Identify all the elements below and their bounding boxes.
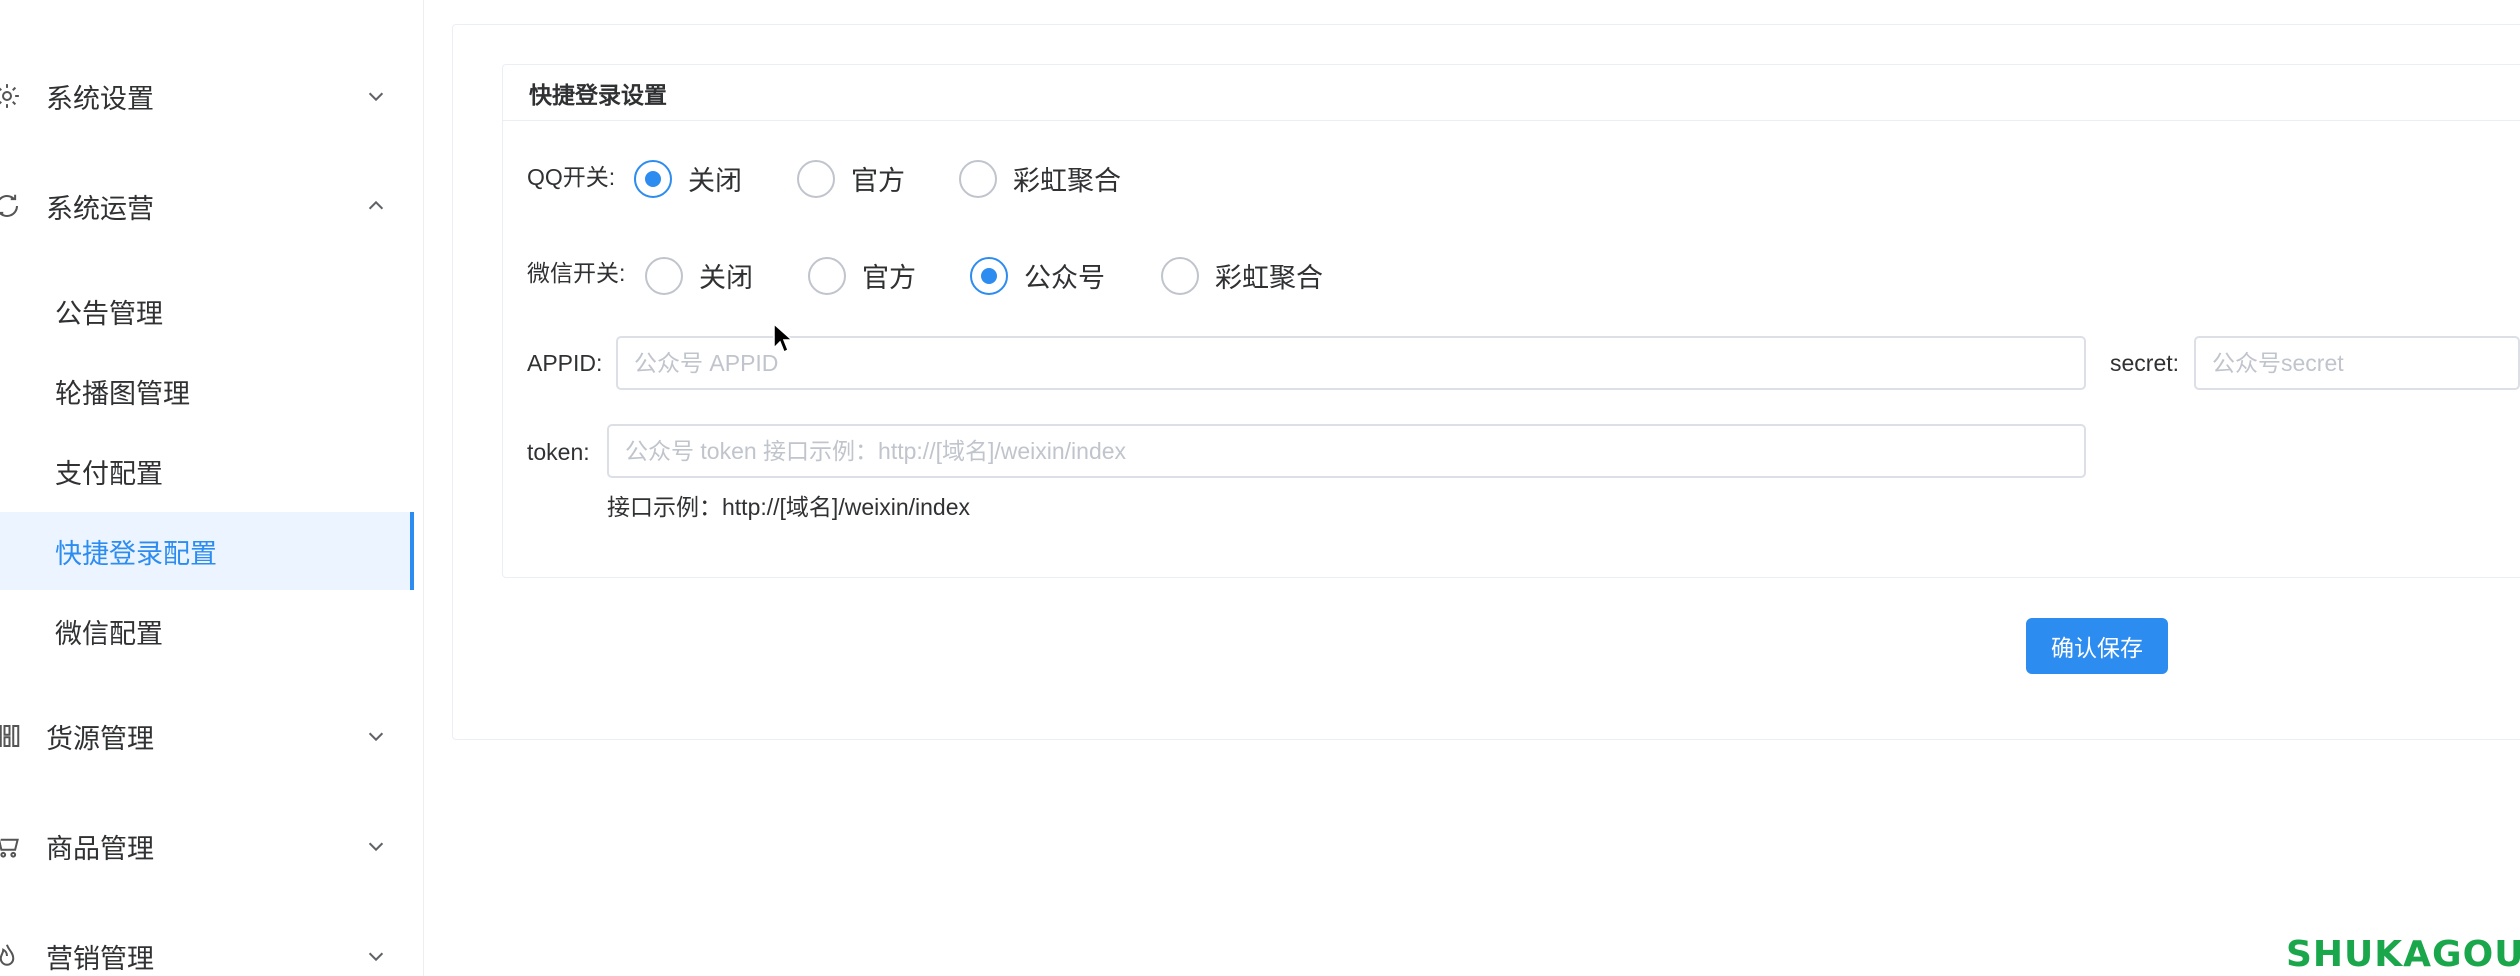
sidebar-group-label: 系统运营: [46, 193, 154, 224]
radio-label: 官方: [851, 166, 905, 196]
sidebar-item-label: 快捷登录配置: [55, 538, 217, 569]
radio-label: 公众号: [1024, 263, 1105, 293]
sidebar-group-marketing[interactable]: 营销管理: [0, 916, 424, 976]
radio-circle: [645, 256, 683, 295]
cart-icon: [0, 829, 24, 863]
qq-radio-official[interactable]: 官方: [797, 159, 905, 198]
radio-circle: [1161, 256, 1199, 295]
qq-switch-label: QQ开关:: [527, 164, 616, 190]
wechat-radio-official-account[interactable]: 公众号: [970, 256, 1105, 295]
sidebar-item-label: 支付配置: [55, 458, 163, 489]
panel-title: 快捷登录设置: [529, 81, 667, 108]
token-label: token:: [527, 439, 590, 465]
sidebar-item-announcements[interactable]: 公告管理: [0, 272, 414, 350]
sidebar-group-label: 商品管理: [46, 833, 154, 864]
sidebar-item-label: 公告管理: [55, 298, 163, 329]
sidebar-item-label: 轮播图管理: [55, 378, 190, 409]
wechat-radio-official[interactable]: 官方: [808, 256, 916, 295]
mouse-cursor-icon: [773, 322, 794, 354]
radio-label: 关闭: [688, 166, 742, 196]
radio-label: 官方: [862, 263, 916, 293]
qq-radio-off[interactable]: 关闭: [634, 159, 742, 198]
gear-icon: [0, 79, 24, 113]
sidebar-item-carousel[interactable]: 轮播图管理: [0, 352, 414, 430]
radio-circle: [959, 159, 997, 198]
wechat-switch-label: 微信开关:: [527, 260, 626, 286]
chevron-down-icon: [362, 722, 390, 750]
chevron-down-icon: [362, 82, 390, 110]
radio-circle: [797, 159, 835, 198]
radio-label: 彩虹聚合: [1013, 166, 1121, 196]
radio-circle: [808, 256, 846, 295]
chevron-up-icon: [362, 192, 390, 220]
chevron-down-icon: [362, 832, 390, 860]
wechat-radio-rainbow[interactable]: 彩虹聚合: [1161, 256, 1323, 295]
appid-input[interactable]: [616, 336, 2086, 390]
radio-circle: [634, 159, 672, 198]
fire-icon: [0, 939, 24, 973]
secret-input[interactable]: [2194, 336, 2520, 390]
sidebar: 系统设置 系统运营 公告管理 轮播图管理 支付配置 快捷登录配置 微信配置 货源…: [0, 0, 424, 976]
appid-label: APPID:: [527, 350, 603, 376]
sidebar-item-wechat[interactable]: 微信配置: [0, 592, 414, 670]
sidebar-group-label: 系统设置: [46, 83, 154, 114]
sidebar-item-payment[interactable]: 支付配置: [0, 432, 414, 510]
sidebar-item-quick-login[interactable]: 快捷登录配置: [0, 512, 414, 590]
radio-label: 关闭: [699, 263, 753, 293]
sidebar-group-label: 货源管理: [46, 723, 154, 754]
token-input[interactable]: [607, 424, 2086, 478]
sidebar-group-sourcing[interactable]: 货源管理: [0, 696, 424, 776]
wechat-radio-off[interactable]: 关闭: [645, 256, 753, 295]
radio-circle: [970, 256, 1008, 295]
sidebar-item-label: 微信配置: [55, 618, 163, 649]
sidebar-group-label: 营销管理: [46, 943, 154, 974]
sidebar-group-products[interactable]: 商品管理: [0, 806, 424, 886]
sidebar-group-system-operations[interactable]: 系统运营: [0, 166, 424, 246]
sidebar-group-system-settings[interactable]: 系统设置: [0, 56, 424, 136]
chevron-down-icon: [362, 942, 390, 970]
radio-label: 彩虹聚合: [1215, 263, 1323, 293]
panel-header: 快捷登录设置: [503, 65, 2520, 121]
secret-label: secret:: [2110, 350, 2180, 376]
grid-icon: [0, 719, 24, 753]
token-hint: 接口示例：http://[域名]/weixin/index: [607, 494, 970, 520]
operations-icon: [0, 189, 24, 223]
watermark: SHUKAGOU: [2286, 934, 2520, 975]
qq-radio-rainbow[interactable]: 彩虹聚合: [959, 159, 1121, 198]
save-button[interactable]: 确认保存: [2026, 618, 2168, 674]
